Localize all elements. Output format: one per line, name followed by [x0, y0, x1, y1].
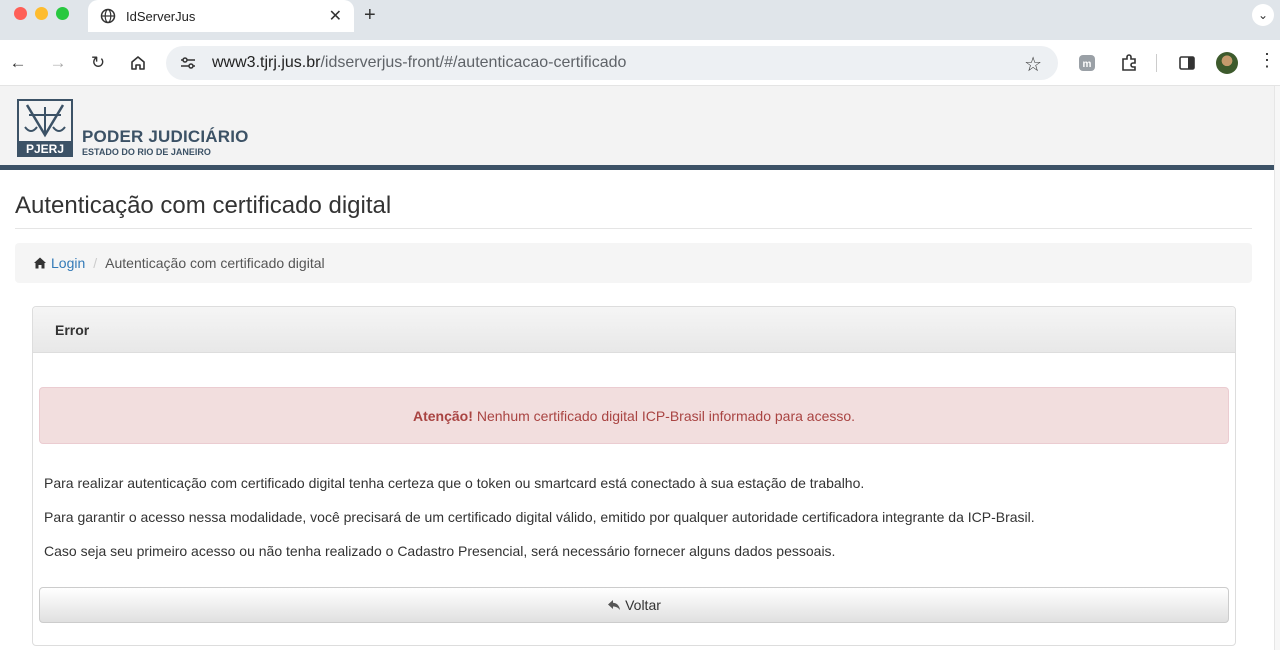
maximize-window-button[interactable]	[56, 7, 69, 20]
reply-arrow-icon	[608, 600, 621, 610]
close-window-button[interactable]	[14, 7, 27, 20]
back-button[interactable]: Voltar	[39, 587, 1229, 623]
alert-strong: Atenção!	[412, 407, 473, 424]
breadcrumb-login-link[interactable]: Login	[51, 255, 85, 271]
back-arrow-icon[interactable]: ←	[6, 51, 30, 75]
globe-icon	[100, 8, 116, 24]
tab-close-icon[interactable]: ✕	[329, 6, 342, 26]
address-bar[interactable]: www3.tjrj.jus.br/idserverjus-front/#/aut…	[166, 46, 1058, 80]
alert-danger: Atenção! Nenhum certificado digital ICP-…	[39, 387, 1229, 444]
svg-text:m: m	[1083, 59, 1092, 70]
pjerj-logo[interactable]: PJERJ	[17, 99, 73, 157]
home-icon[interactable]	[126, 51, 150, 75]
page-title: Autenticação com certificado digital	[15, 192, 392, 219]
site-settings-icon[interactable]	[178, 53, 198, 73]
title-divider	[15, 228, 1252, 229]
tab-title: IdServerJus	[126, 8, 196, 24]
url-host: www3.tjrj.jus.br	[212, 54, 321, 71]
logo-text: PJERJ	[26, 142, 64, 156]
browser-tab[interactable]: IdServerJus ✕	[88, 0, 354, 32]
new-tab-button[interactable]: +	[364, 4, 376, 27]
page-content: PJERJ PODER JUDICIÁRIO ESTADO DO RIO DE …	[0, 86, 1280, 650]
browser-menu-icon[interactable]: ⋮	[1258, 50, 1276, 71]
back-button-label: Voltar	[625, 597, 661, 613]
window-controls	[14, 7, 69, 20]
info-paragraph: Caso seja seu primeiro acesso ou não ten…	[44, 543, 836, 559]
extension-m-icon[interactable]: m	[1076, 52, 1098, 74]
site-header: PJERJ PODER JUDICIÁRIO ESTADO DO RIO DE …	[0, 86, 1280, 170]
panel-heading: Error	[33, 307, 1235, 353]
bookmark-star-icon[interactable]: ☆	[1024, 52, 1042, 77]
reload-icon[interactable]: ↻	[86, 51, 110, 75]
tab-search-chevron-icon[interactable]: ⌄	[1252, 4, 1274, 26]
error-panel: Error Atenção! Nenhum certificado digita…	[32, 306, 1236, 646]
breadcrumb: Login / Autenticação com certificado dig…	[15, 243, 1252, 283]
home-icon	[34, 257, 46, 269]
forward-arrow-icon[interactable]: →	[46, 51, 70, 75]
browser-toolbar: ← → ↻ www3.tjrj.jus.br/idserverjus-front…	[0, 40, 1280, 86]
minimize-window-button[interactable]	[35, 7, 48, 20]
extensions-puzzle-icon[interactable]	[1118, 52, 1140, 74]
toolbar-divider	[1156, 54, 1157, 72]
url-path: /idserverjus-front/#/autenticacao-certif…	[320, 54, 627, 71]
page-scrollbar[interactable]	[1274, 86, 1280, 650]
breadcrumb-current: Autenticação com certificado digital	[105, 255, 325, 271]
brand-title: PODER JUDICIÁRIO	[82, 127, 249, 146]
info-paragraph: Para realizar autenticação com certifica…	[44, 475, 865, 491]
profile-avatar[interactable]	[1216, 52, 1238, 74]
browser-tabstrip: IdServerJus ✕ + ⌄	[0, 0, 1280, 40]
alert-message: Nenhum certificado digital ICP-Brasil in…	[476, 407, 856, 424]
info-paragraph: Para garantir o acesso nessa modalidade,…	[44, 509, 1035, 525]
breadcrumb-separator: /	[93, 255, 98, 271]
brand-subtitle: ESTADO DO RIO DE JANEIRO	[82, 147, 211, 157]
url-text: www3.tjrj.jus.br/idserverjus-front/#/aut…	[212, 54, 626, 72]
side-panel-icon[interactable]	[1176, 52, 1198, 74]
